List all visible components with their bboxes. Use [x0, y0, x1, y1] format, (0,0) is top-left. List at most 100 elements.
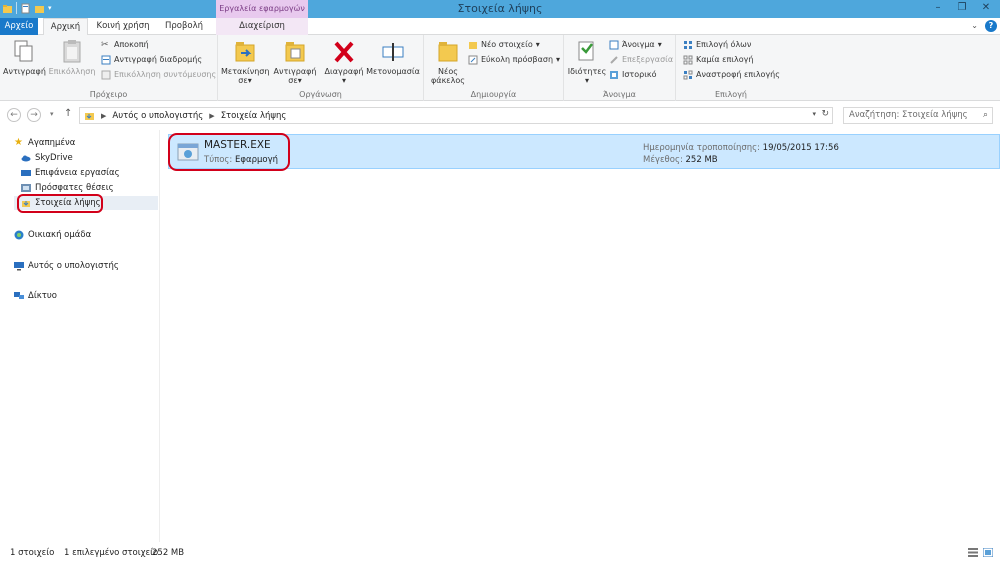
nav-label: Αγαπημένα [28, 138, 76, 148]
forward-button[interactable]: → [27, 108, 41, 122]
file-date-modified: Ημερομηνία τροποποίησης: 19/05/2015 17:5… [643, 143, 839, 153]
select-all-button[interactable]: Επιλογή όλων [683, 39, 751, 51]
folder-icon[interactable] [2, 3, 13, 14]
tab-view[interactable]: Προβολή [158, 18, 210, 35]
move-to-label-2: σε▾ [238, 76, 252, 85]
address-toolbar: ← → ▾ ↑ ▶ Αυτός ο υπολογιστής ▶ Στοιχεία… [0, 102, 1000, 128]
select-none-button[interactable]: Καμία επιλογή [683, 54, 753, 66]
delete-x-icon [334, 41, 354, 63]
new-item-button[interactable]: Νέο στοιχείο ▾ [468, 39, 540, 51]
large-icons-view-icon[interactable] [983, 548, 993, 557]
nav-item-favorites[interactable]: ★ Αγαπημένα [14, 136, 75, 150]
edit-icon [610, 56, 618, 64]
minimize-button[interactable]: – [926, 0, 950, 18]
recent-locations-icon[interactable]: ▾ [50, 110, 54, 118]
nav-item-network[interactable]: Δίκτυο [14, 289, 57, 303]
scissors-icon: ✂ [101, 40, 109, 50]
open-label: Άνοιγμα [622, 40, 655, 49]
help-button[interactable]: ? [985, 20, 997, 32]
address-bar[interactable]: ▶ Αυτός ο υπολογιστής ▶ Στοιχεία λήψης ▾… [79, 107, 833, 124]
size-value: 252 MB [685, 155, 718, 165]
tab-share[interactable]: Κοινή χρήση [91, 18, 155, 35]
properties-button[interactable]: Ιδιότητες ▾ [567, 39, 607, 85]
nav-item-skydrive[interactable]: SkyDrive [21, 151, 73, 165]
search-icon[interactable]: ⌕ [983, 108, 988, 123]
edit-button[interactable]: Επεξεργασία [609, 54, 673, 66]
history-label: Ιστορικό [622, 70, 657, 79]
move-to-label-1: Μετακίνηση [221, 67, 270, 76]
open-button[interactable]: Άνοιγμα ▾ [609, 39, 662, 51]
status-selected-size: 252 MB [152, 548, 185, 558]
invert-selection-button[interactable]: Αναστροφή επιλογής [683, 69, 780, 81]
nav-item-recent[interactable]: Πρόσφατες θέσεις [21, 181, 114, 195]
file-list: MASTER.EXE Τύπος: Εφαρμογή Ημερομηνία τρ… [161, 130, 1000, 542]
properties-icon [578, 41, 594, 61]
refresh-icon[interactable]: ↻ [821, 109, 829, 119]
tab-home[interactable]: Αρχική [43, 18, 88, 36]
chevron-down-icon: ▾ [584, 76, 589, 85]
rename-button[interactable]: Μετονομασία [365, 39, 421, 76]
delete-button[interactable]: Διαγραφή ▾ [322, 39, 366, 85]
nav-label: Οικιακή ομάδα [28, 230, 92, 240]
clipboard-group-label: Πρόχειρο [89, 90, 128, 99]
breadcrumb-this-pc[interactable]: Αυτός ο υπολογιστής [112, 111, 203, 121]
tab-file[interactable]: Αρχείο [0, 18, 38, 35]
new-folder-icon[interactable] [34, 3, 45, 14]
up-button[interactable]: ↑ [64, 108, 72, 119]
properties-label: Ιδιότητες [567, 67, 607, 76]
close-button[interactable]: ✕ [974, 0, 998, 18]
tab-manage[interactable]: Διαχείριση [216, 18, 308, 35]
properties-icon[interactable] [20, 3, 31, 14]
copy-path-label: Αντιγραφή διαδρομής [114, 55, 203, 64]
breadcrumb-downloads[interactable]: Στοιχεία λήψης [221, 111, 287, 121]
history-button[interactable]: Ιστορικό [609, 69, 657, 81]
nav-label: SkyDrive [35, 153, 73, 163]
easy-access-icon [468, 55, 478, 65]
open-icon [609, 40, 619, 50]
nav-item-homegroup[interactable]: Οικιακή ομάδα [14, 228, 91, 242]
new-folder-button[interactable]: Νέος φάκελος [430, 39, 466, 85]
copy-to-button[interactable]: Αντιγραφή σε▾ [271, 39, 319, 85]
new-group: Νέος φάκελος Νέο στοιχείο ▾ Εύκολη πρόσβα… [424, 35, 564, 101]
details-view-icon[interactable] [968, 548, 978, 557]
paste-label: Επικόλληση [48, 67, 96, 76]
status-item-count: 1 στοιχείο [10, 548, 55, 558]
new-item-icon [469, 42, 477, 49]
status-selected-count: 1 επιλεγμένο στοιχείο [64, 548, 159, 558]
move-to-button[interactable]: Μετακίνηση σε▾ [221, 39, 269, 85]
copy-to-label-1: Αντιγραφή [273, 67, 317, 76]
back-button[interactable]: ← [7, 108, 21, 122]
folder-icon [85, 113, 94, 120]
status-bar: 1 στοιχείο 1 επιλεγμένο στοιχείο 252 MB [0, 544, 1000, 562]
nav-item-desktop[interactable]: Επιφάνεια εργασίας [21, 166, 120, 180]
rename-label: Μετονομασία [366, 67, 420, 76]
customize-qat-icon[interactable]: ▾ [48, 4, 52, 12]
size-label: Μέγεθος: [643, 155, 683, 165]
window-title: Στοιχεία λήψης [457, 2, 543, 15]
open-group-label: Άνοιγμα [603, 90, 636, 99]
paste-button[interactable]: Επικόλληση [48, 39, 96, 76]
chevron-down-icon[interactable]: ▾ [812, 110, 816, 118]
easy-access-button[interactable]: Εύκολη πρόσβαση ▾ [468, 54, 560, 66]
clipboard-icon [63, 40, 81, 63]
cut-button[interactable]: ✂ Αποκοπή [101, 39, 149, 51]
copy-button[interactable]: Αντιγραφή [3, 39, 46, 76]
copy-to-label-2: σε▾ [288, 76, 302, 85]
clipboard-group: Αντιγραφή Επικόλληση ✂ Αποκοπή Αντιγραφή… [0, 35, 218, 101]
nav-label: Αυτός ο υπολογιστής [28, 261, 119, 271]
paste-shortcut-icon [101, 70, 111, 80]
move-to-icon [235, 42, 255, 62]
copy-path-button[interactable]: Αντιγραφή διαδρομής [101, 54, 202, 66]
maximize-button[interactable]: ❐ [950, 0, 974, 18]
select-none-icon [683, 55, 693, 65]
chevron-down-icon[interactable]: ⌄ [971, 21, 978, 30]
recent-places-icon [21, 184, 31, 192]
select-all-icon [684, 41, 692, 49]
list-item[interactable]: MASTER.EXE Τύπος: Εφαρμογή Ημερομηνία τρ… [168, 134, 1000, 169]
file-size: Μέγεθος: 252 MB [643, 155, 718, 165]
search-input[interactable]: Αναζήτηση: Στοιχεία λήψης ⌕ [843, 107, 993, 124]
paste-shortcut-button[interactable]: Επικόλληση συντόμευσης [101, 69, 216, 81]
new-group-label: Δημιουργία [470, 90, 517, 99]
nav-item-this-pc[interactable]: Αυτός ο υπολογιστής [14, 259, 119, 273]
delete-label: Διαγραφή [324, 67, 364, 76]
